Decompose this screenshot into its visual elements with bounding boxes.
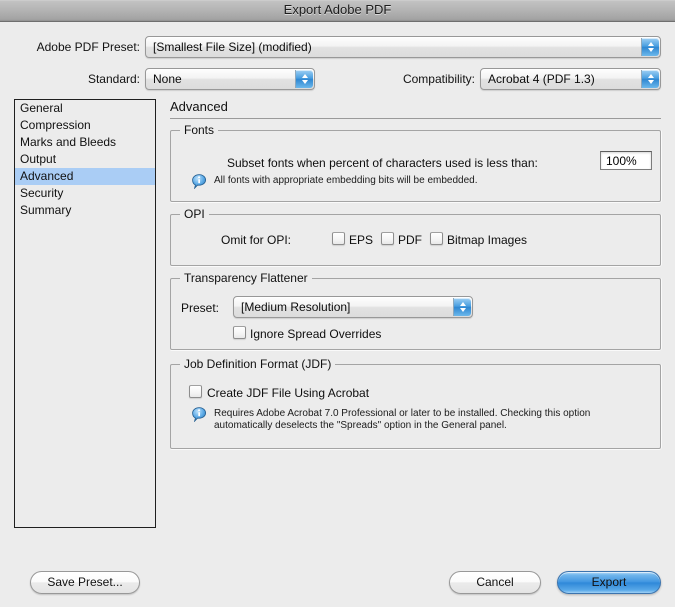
updown-arrows-icon[interactable]	[641, 70, 659, 88]
adobe-pdf-preset-value: [Smallest File Size] (modified)	[153, 40, 312, 54]
flattener-preset-value: [Medium Resolution]	[241, 300, 351, 314]
subset-fonts-percent-input[interactable]: 100%	[600, 151, 652, 170]
opi-group-legend: OPI	[180, 207, 209, 221]
export-button[interactable]: Export	[557, 571, 661, 594]
checkbox-omit-pdf[interactable]	[381, 232, 394, 245]
cancel-button[interactable]: Cancel	[449, 571, 541, 594]
updown-arrows-icon[interactable]	[453, 298, 471, 316]
window-title: Export Adobe PDF	[283, 2, 392, 17]
compatibility-dropdown[interactable]: Acrobat 4 (PDF 1.3)	[480, 68, 661, 90]
updown-arrows-icon[interactable]	[295, 70, 313, 88]
flattener-preset-dropdown[interactable]: [Medium Resolution]	[233, 296, 473, 318]
sidebar-item-advanced[interactable]: Advanced	[15, 168, 155, 185]
checkbox-ignore-spread-overrides-label: Ignore Spread Overrides	[250, 327, 382, 341]
subset-fonts-percent-value: 100%	[606, 154, 637, 168]
pane-title-divider	[170, 118, 661, 119]
jdf-note-line-2: automatically deselects the "Spreads" op…	[214, 420, 507, 431]
subset-fonts-label: Subset fonts when percent of characters …	[227, 156, 538, 170]
transparency-flattener-group: Transparency Flattener Preset: [Medium R…	[170, 271, 661, 350]
opi-group: OPI Omit for OPI: EPS PDF Bitmap Images	[170, 207, 661, 266]
transparency-flattener-legend: Transparency Flattener	[180, 271, 312, 285]
pane-title: Advanced	[170, 99, 228, 114]
sidebar-item-compression[interactable]: Compression	[15, 117, 155, 134]
checkbox-omit-eps-label: EPS	[349, 233, 374, 247]
jdf-group-legend: Job Definition Format (JDF)	[180, 357, 336, 371]
adobe-pdf-preset-label: Adobe PDF Preset:	[36, 40, 140, 54]
window-titlebar: Export Adobe PDF	[0, 0, 675, 22]
standard-label: Standard:	[87, 72, 140, 86]
compatibility-value: Acrobat 4 (PDF 1.3)	[488, 72, 595, 86]
compatibility-label: Compatibility:	[402, 72, 475, 86]
checkbox-omit-bitmap-images[interactable]	[430, 232, 443, 245]
jdf-group: Job Definition Format (JDF) Create JDF F…	[170, 357, 661, 449]
sidebar-item-output[interactable]: Output	[15, 151, 155, 168]
save-preset-button[interactable]: Save Preset...	[30, 571, 140, 594]
sidebar-item-general[interactable]: General	[15, 100, 155, 117]
flattener-preset-label: Preset:	[181, 301, 220, 315]
fonts-embedding-note: All fonts with appropriate embedding bit…	[214, 175, 478, 186]
omit-for-opi-label: Omit for OPI:	[221, 233, 292, 247]
updown-arrows-icon[interactable]	[641, 38, 659, 56]
checkbox-create-jdf-file-label: Create JDF File Using Acrobat	[207, 386, 370, 400]
sidebar-item-summary[interactable]: Summary	[15, 202, 155, 219]
fonts-group-legend: Fonts	[180, 123, 219, 137]
sidebar-item-marks-and-bleeds[interactable]: Marks and Bleeds	[15, 134, 155, 151]
info-icon	[192, 407, 207, 423]
sidebar-item-security[interactable]: Security	[15, 185, 155, 202]
checkbox-ignore-spread-overrides[interactable]	[233, 326, 246, 339]
standard-dropdown[interactable]: None	[145, 68, 315, 90]
checkbox-omit-eps[interactable]	[332, 232, 345, 245]
adobe-pdf-preset-dropdown[interactable]: [Smallest File Size] (modified)	[145, 36, 661, 58]
fonts-group: Fonts Subset fonts when percent of chara…	[170, 123, 661, 202]
category-sidebar[interactable]: General Compression Marks and Bleeds Out…	[14, 99, 156, 528]
checkbox-omit-pdf-label: PDF	[398, 233, 422, 247]
jdf-note-line-1: Requires Adobe Acrobat 7.0 Professional …	[214, 408, 591, 419]
info-icon	[192, 174, 207, 190]
checkbox-create-jdf-file[interactable]	[189, 385, 202, 398]
checkbox-omit-bitmap-images-label: Bitmap Images	[447, 233, 528, 247]
standard-value: None	[153, 72, 182, 86]
